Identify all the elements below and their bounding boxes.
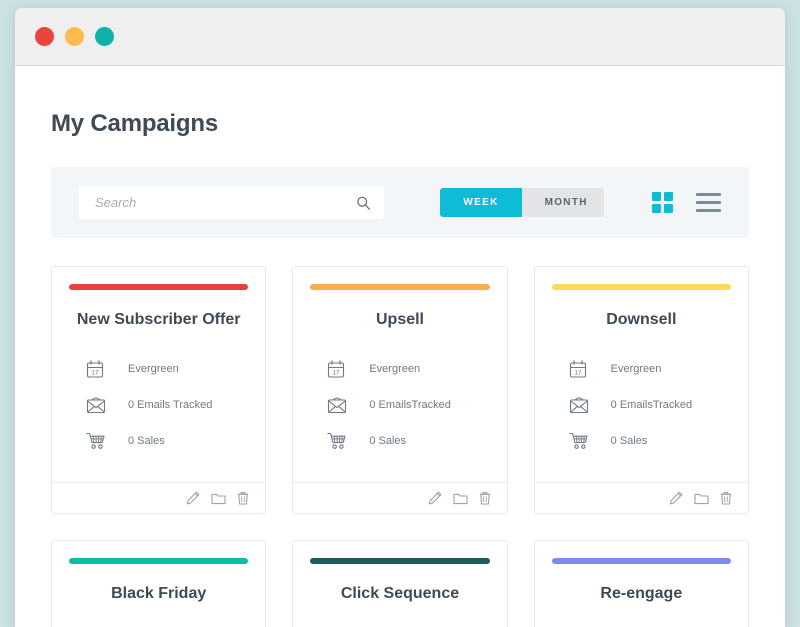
campaign-card-footer (293, 482, 507, 513)
view-toggle-group (652, 192, 721, 213)
edit-campaign-button[interactable] (669, 491, 683, 505)
search-input[interactable] (79, 186, 385, 219)
campaign-stat-row: 0 EmailsTracked (569, 387, 748, 423)
delete-campaign-button[interactable] (237, 491, 249, 505)
campaign-stat-label: 0 EmailsTracked (369, 399, 451, 411)
campaign-stat-label: 0 EmailsTracked (610, 399, 693, 411)
campaign-stat-row: 17 Evergreen (327, 351, 506, 387)
campaigns-toolbar: WEEK MONTH (51, 167, 749, 238)
campaign-stat-label: Evergreen (128, 363, 179, 375)
campaign-stat-row: 0 Sales (568, 423, 748, 459)
campaign-accent-bar (69, 558, 249, 564)
search-field-wrapper (79, 186, 385, 219)
campaign-card[interactable]: Downsell 17 Evergreen 0 EmailsTracked 0 S… (533, 266, 749, 514)
cart-icon (86, 432, 110, 450)
svg-text:17: 17 (91, 369, 99, 376)
campaign-accent-bar (310, 558, 490, 564)
close-button[interactable] (35, 27, 54, 46)
calendar-icon: 17 (569, 359, 593, 379)
campaign-card-grid: New Subscriber Offer 17 Evergreen 0 Email… (51, 266, 749, 627)
campaign-accent-bar (551, 558, 731, 564)
cart-icon (327, 432, 351, 450)
campaign-stats: 17 Evergreen 0 EmailsTracked 0 Sales (293, 351, 506, 482)
campaign-stat-label: 0 Sales (369, 435, 407, 447)
delete-campaign-button[interactable] (720, 491, 732, 505)
delete-campaign-button[interactable] (479, 491, 491, 505)
calendar-icon: 17 (86, 359, 110, 379)
campaign-stat-row: 0 EmailsTracked (327, 387, 506, 423)
campaign-card[interactable]: Click Sequence (292, 540, 508, 627)
edit-campaign-button[interactable] (428, 491, 442, 505)
campaign-accent-bar (69, 284, 249, 290)
trash-icon (720, 492, 732, 508)
campaign-stats: 17 Evergreen 0 Emails Tracked 0 Sales (52, 351, 265, 482)
period-toggle: WEEK MONTH (440, 188, 604, 217)
grid-view-button[interactable] (652, 192, 673, 213)
campaign-card-footer (52, 482, 266, 513)
edit-campaign-button[interactable] (186, 491, 200, 505)
trash-icon (479, 492, 491, 508)
trash-icon (237, 492, 249, 508)
campaign-card-footer (534, 482, 748, 513)
campaign-title: Downsell (606, 311, 677, 328)
envelope-icon (86, 396, 110, 414)
campaign-stat-label: Evergreen (610, 363, 662, 375)
envelope-icon (327, 396, 351, 414)
maximize-button[interactable] (95, 27, 114, 46)
period-toggle-month[interactable]: MONTH (521, 188, 604, 217)
archive-campaign-button[interactable] (211, 492, 226, 505)
browser-titlebar (15, 8, 785, 66)
campaign-stat-label: 0 Sales (610, 435, 648, 447)
page-title: My Campaigns (51, 110, 218, 137)
folder-icon (694, 493, 709, 508)
campaign-title: Upsell (375, 311, 424, 328)
calendar-icon: 17 (327, 359, 351, 379)
campaign-title: New Subscriber Offer (76, 311, 241, 328)
campaign-stats: 17 Evergreen 0 EmailsTracked 0 Sales (535, 351, 748, 482)
campaign-stat-label: 0 Emails Tracked (128, 399, 213, 411)
svg-text:17: 17 (574, 369, 582, 376)
grid-view-icon (652, 192, 673, 213)
campaign-card[interactable]: New Subscriber Offer 17 Evergreen 0 Email… (51, 266, 267, 514)
pencil-icon (669, 491, 683, 508)
pencil-icon (428, 491, 442, 508)
campaign-card[interactable]: Upsell 17 Evergreen 0 EmailsTracked 0 Sal… (292, 266, 508, 514)
campaign-title: Re-engage (600, 585, 683, 602)
campaign-stat-label: 0 Sales (128, 435, 165, 447)
list-view-icon (696, 193, 721, 212)
campaign-stat-label: Evergreen (369, 363, 421, 375)
campaign-card[interactable]: Re-engage (533, 540, 749, 627)
envelope-icon (569, 396, 593, 414)
archive-campaign-button[interactable] (694, 492, 709, 505)
campaign-accent-bar (310, 284, 490, 290)
campaign-stat-row: 0 Emails Tracked (86, 387, 265, 423)
browser-window: My Campaigns WEEK MONTH (15, 8, 785, 627)
cart-icon (568, 432, 593, 450)
page-content: My Campaigns WEEK MONTH (15, 66, 785, 627)
campaign-stat-row: 0 Sales (327, 423, 506, 459)
campaign-title: Black Friday (111, 585, 207, 602)
svg-text:17: 17 (333, 369, 341, 376)
campaign-stat-row: 17 Evergreen (86, 351, 265, 387)
pencil-icon (186, 491, 200, 508)
campaign-stat-row: 0 Sales (86, 423, 265, 459)
campaign-stat-row: 17 Evergreen (569, 351, 748, 387)
campaign-title: Click Sequence (340, 585, 460, 602)
archive-campaign-button[interactable] (453, 492, 468, 505)
folder-icon (453, 493, 468, 508)
period-toggle-week[interactable]: WEEK (440, 188, 522, 217)
campaign-accent-bar (551, 284, 731, 290)
campaign-card[interactable]: Black Friday (51, 540, 267, 627)
minimize-button[interactable] (65, 27, 84, 46)
folder-icon (211, 493, 226, 508)
list-view-button[interactable] (696, 193, 721, 212)
